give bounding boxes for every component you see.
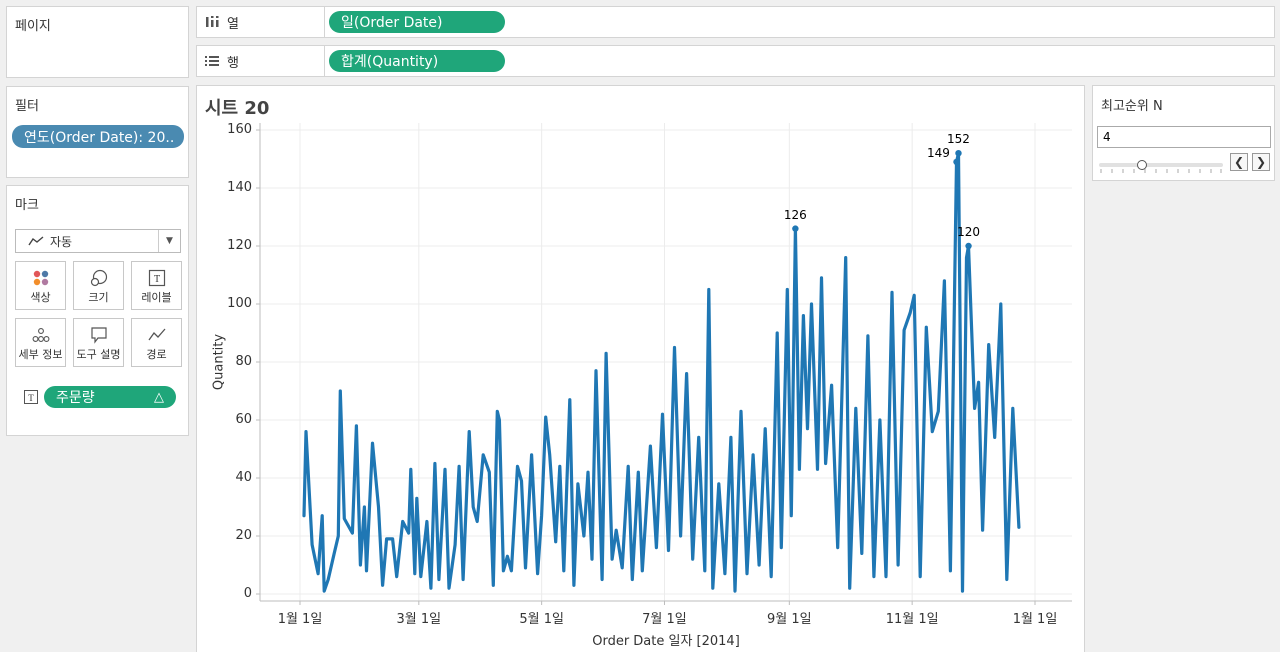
path-button-label: 경로 <box>146 348 167 361</box>
rows-pill-quantity[interactable]: 합계(Quantity) <box>329 50 505 72</box>
data-point-marker <box>955 150 962 157</box>
data-label: 126 <box>783 207 807 222</box>
delta-icon: △ <box>154 389 164 405</box>
columns-icon <box>206 16 219 27</box>
color-button[interactable]: 색상 <box>15 261 66 310</box>
data-point-marker <box>965 242 972 250</box>
rows-icon <box>205 56 219 66</box>
detail-button-label: 세부 정보 <box>18 348 63 361</box>
y-axis-title: Quantity <box>211 333 227 391</box>
tooltip-button[interactable]: 도구 설명 <box>73 318 124 367</box>
data-label: 152 <box>947 132 970 147</box>
parameter-slider[interactable] <box>1099 160 1223 173</box>
svg-text:T: T <box>153 274 159 285</box>
label-pill-text: 주문량 <box>56 390 95 406</box>
top-n-parameter-panel[interactable]: 최고순위 N ❮ ❯ <box>1092 85 1275 181</box>
mark-type-label: 자동 <box>50 234 73 249</box>
parameter-value-input[interactable] <box>1097 126 1271 148</box>
data-label: 120 <box>957 225 980 239</box>
size-button-label: 크기 <box>88 291 109 304</box>
columns-shelf[interactable]: 열 일(Order Date) <box>196 6 1275 38</box>
slider-ticks <box>1100 169 1222 173</box>
size-button[interactable]: 크기 <box>73 261 124 310</box>
line-chart <box>256 123 1072 605</box>
columns-label-text: 열 <box>227 16 239 32</box>
y-tick-label: 0 <box>243 586 252 601</box>
x-tick-label: 7월 1일 <box>642 612 687 627</box>
filters-panel[interactable]: 필터 연도(Order Date): 20.. <box>6 86 189 178</box>
chevron-down-icon: ▼ <box>158 230 180 252</box>
filters-title: 필터 <box>15 99 39 114</box>
pages-panel[interactable]: 페이지 <box>6 6 189 78</box>
y-tick-label: 120 <box>227 238 252 253</box>
line-mark-icon <box>28 236 44 246</box>
slider-track <box>1099 163 1223 167</box>
path-button[interactable]: 경로 <box>131 318 182 367</box>
x-tick-label: 9월 1일 <box>767 612 812 627</box>
path-icon <box>147 328 165 341</box>
y-tick-label: 160 <box>227 122 252 137</box>
x-tick-label: 3월 1일 <box>396 612 442 627</box>
label-pill-quantity[interactable]: 주문량 △ <box>44 386 176 408</box>
tooltip-button-label: 도구 설명 <box>76 348 121 361</box>
text-label-icon: T <box>24 390 38 404</box>
detail-button[interactable]: 세부 정보 <box>15 318 66 367</box>
marks-panel[interactable]: 마크 자동 ▼ 색상 크기 T 레이블 세부 정보 도구 설명 경로 T 주문량… <box>6 185 189 436</box>
columns-shelf-label: 열 <box>197 7 325 37</box>
data-point-marker <box>953 158 960 166</box>
rows-shelf[interactable]: 행 합계(Quantity) <box>196 45 1275 77</box>
label-button-label: 레이블 <box>141 291 172 304</box>
text-label-icon: T <box>148 269 165 287</box>
data-point-marker <box>792 225 799 232</box>
mark-type-dropdown[interactable]: 자동 ▼ <box>15 229 181 253</box>
x-tick-label: 1월 1일 <box>1012 612 1058 627</box>
data-label: 149 <box>927 145 950 160</box>
columns-pill-order-date[interactable]: 일(Order Date) <box>329 11 505 33</box>
size-icon <box>90 269 107 287</box>
y-tick-label: 80 <box>235 354 252 369</box>
chart: 0 20 40 60 80 100 120 140 160 1월 1일 3월 1일 5월 1일 7월 1… <box>196 85 1085 652</box>
detail-icon <box>32 328 49 342</box>
y-tick-label: 20 <box>235 528 252 543</box>
y-tick-label: 100 <box>227 296 252 311</box>
parameter-title: 최고순위 N <box>1101 99 1163 114</box>
pages-title: 페이지 <box>15 19 51 34</box>
filter-pill-year[interactable]: 연도(Order Date): 20.. <box>12 125 184 148</box>
rows-shelf-label: 행 <box>197 46 325 76</box>
tooltip-icon <box>90 327 107 344</box>
chevron-left-icon[interactable]: ❮ <box>1230 153 1248 171</box>
x-tick-label: 5월 1일 <box>519 612 564 627</box>
label-button[interactable]: T 레이블 <box>131 261 182 310</box>
color-button-label: 색상 <box>30 291 51 304</box>
rows-label-text: 행 <box>227 55 239 71</box>
x-tick-label: 11월 1일 <box>885 612 939 627</box>
y-tick-label: 40 <box>235 470 252 485</box>
x-axis-title: Order Date 일자 [2014] <box>592 634 740 649</box>
color-icon <box>33 270 48 286</box>
chevron-right-icon[interactable]: ❯ <box>1252 153 1270 171</box>
x-tick-label: 1월 1일 <box>277 612 323 627</box>
svg-text:T: T <box>28 393 34 403</box>
marks-title: 마크 <box>15 198 39 213</box>
y-tick-label: 60 <box>235 412 252 427</box>
y-tick-label: 140 <box>227 180 252 195</box>
